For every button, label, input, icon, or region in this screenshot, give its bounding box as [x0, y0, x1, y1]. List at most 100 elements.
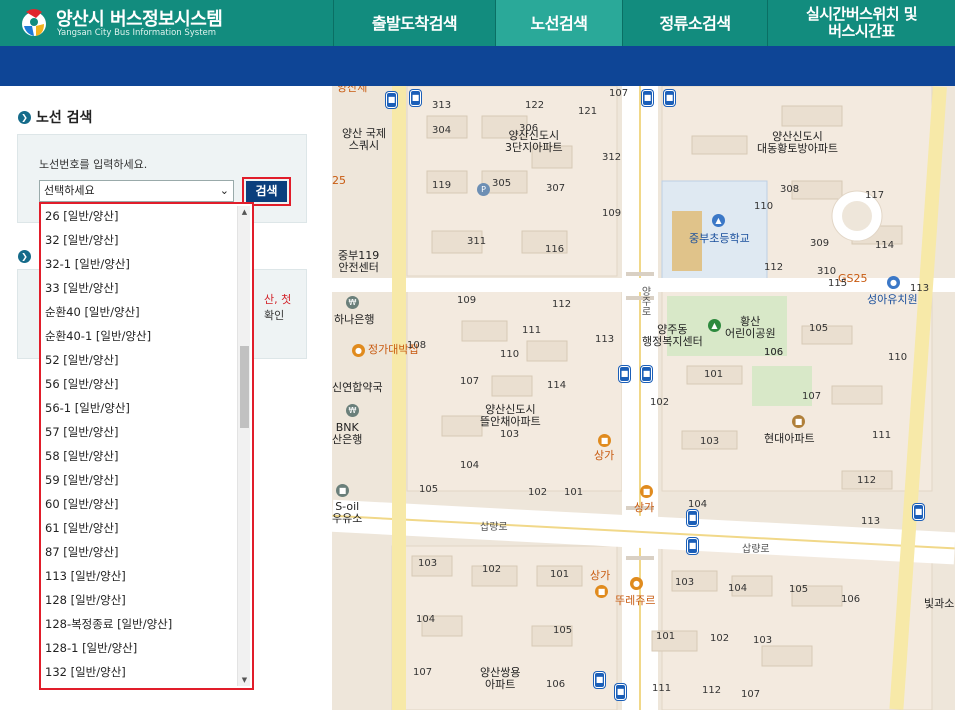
park-icon[interactable]: ▲ — [708, 319, 721, 332]
building-number: 309 — [810, 238, 830, 249]
parking-icon[interactable]: P — [477, 183, 490, 196]
school-icon[interactable]: ▲ — [712, 214, 725, 227]
map-label: 빛과소 — [924, 597, 955, 610]
building-number: 107 — [609, 88, 629, 99]
bus-stop-icon[interactable]: ■ — [641, 366, 652, 382]
bus-stop-icon[interactable]: ■ — [386, 92, 397, 108]
bus-stop-icon[interactable]: ■ — [664, 90, 675, 106]
route-option[interactable]: 59 [일반/양산] — [43, 468, 238, 492]
route-option[interactable]: 52 [일반/양산] — [43, 348, 238, 372]
bus-stop-icon[interactable]: ■ — [410, 90, 421, 106]
logo-subtitle: Yangsan City Bus Information System — [57, 28, 217, 38]
route-option[interactable]: 32-1 [일반/양산] — [43, 252, 238, 276]
shop-icon[interactable]: ■ — [598, 434, 611, 447]
route-option-list[interactable]: 26 [일반/양산] 32 [일반/양산] 32-1 [일반/양산] 33 [일반/양… — [43, 206, 238, 686]
route-option[interactable]: 33 [일반/양산] — [43, 276, 238, 300]
map-label: 성아유치원 — [867, 293, 918, 306]
building-number: 112 — [857, 475, 877, 486]
route-option[interactable]: 60 [일반/양산] — [43, 492, 238, 516]
nav-realtime-bus[interactable]: 실시간버스위치 및 버스시간표 — [767, 0, 955, 46]
route-option[interactable]: 26 [일반/양산] — [43, 206, 238, 228]
route-option[interactable]: 128-1 [일반/양산] — [43, 636, 238, 660]
building-number: 111 — [522, 325, 542, 336]
restaurant-icon[interactable]: ● — [352, 344, 365, 357]
map-label: 양산쌍용 아파트 — [480, 666, 521, 691]
bus-stop-icon[interactable]: ■ — [687, 538, 698, 554]
route-option[interactable]: 순환40-1 [일반/양산] — [43, 324, 238, 348]
route-option[interactable]: 132 [일반/양산] — [43, 660, 238, 684]
shop-icon[interactable]: ■ — [595, 585, 608, 598]
building-number: 103 — [418, 558, 438, 569]
shop-icon[interactable]: ■ — [640, 485, 653, 498]
logo[interactable]: 양산시 버스정보시스템 Yangsan City Bus Information… — [16, 4, 336, 42]
route-option[interactable]: 56 [일반/양산] — [43, 372, 238, 396]
search-button[interactable]: 검색 — [246, 181, 287, 202]
building-number: 107 — [741, 689, 761, 700]
top-header: 양산시 버스정보시스템 Yangsan City Bus Information… — [0, 0, 955, 46]
building-number: 119 — [432, 180, 452, 191]
building-number: 101 — [550, 569, 570, 580]
map-label: 신연합약국 — [332, 381, 383, 394]
map-label: 뚜레쥬르 — [615, 594, 656, 607]
route-option[interactable]: 순환40 [일반/양산] — [43, 300, 238, 324]
building-number: 110 — [888, 352, 908, 363]
route-select[interactable]: 선택하세요 ⌄ — [39, 180, 234, 202]
route-option[interactable]: 57 [일반/양산] — [43, 420, 238, 444]
route-option[interactable]: 56-1 [일반/양산] — [43, 396, 238, 420]
bus-stop-icon[interactable]: ■ — [619, 366, 630, 382]
route-option[interactable]: 58 [일반/양산] — [43, 444, 238, 468]
building-number: 110 — [500, 349, 520, 360]
building-number: 105 — [809, 323, 829, 334]
scroll-up-icon[interactable]: ▲ — [238, 206, 251, 218]
nav-departure-arrival-search[interactable]: 출발도착검색 — [333, 0, 495, 46]
bank-icon[interactable]: ₩ — [346, 404, 359, 417]
building-number: 102 — [528, 487, 548, 498]
gas-station-icon[interactable]: ■ — [336, 484, 349, 497]
nav-route-search[interactable]: 노선검색 — [495, 0, 622, 46]
building-number: 312 — [602, 152, 622, 163]
bus-stop-icon[interactable]: ■ — [913, 504, 924, 520]
map-label: 양산신도시 뜰안채아파트 — [480, 403, 541, 428]
map-label: BNK 산은행 — [332, 421, 363, 446]
route-option[interactable]: 128-복정종료 [일반/양산] — [43, 612, 238, 636]
building-number: 106 — [546, 679, 566, 690]
map-label: 상가 — [590, 569, 611, 582]
route-option[interactable]: 61 [일반/양산] — [43, 516, 238, 540]
map-road-label: 삽량로 — [480, 522, 508, 533]
building-number: 105 — [789, 584, 809, 595]
building-number: 101 — [704, 369, 724, 380]
kindergarten-icon[interactable]: ● — [887, 276, 900, 289]
map-label: 양산제 — [337, 86, 368, 94]
map-label: 상가 — [634, 501, 655, 514]
map-label: 양주동 행정복지센터 — [642, 323, 703, 348]
info-text-line2: 확인 — [264, 309, 285, 322]
route-dropdown: 26 [일반/양산] 32 [일반/양산] 32-1 [일반/양산] 33 [일반/양… — [39, 202, 254, 690]
chevron-right-icon: ❯ — [18, 250, 31, 263]
bus-stop-icon[interactable]: ■ — [687, 510, 698, 526]
building-number: 305 — [492, 178, 512, 189]
apartment-icon[interactable]: ■ — [792, 415, 805, 428]
bus-stop-icon[interactable]: ■ — [642, 90, 653, 106]
bakery-icon[interactable]: ● — [630, 577, 643, 590]
nav-stop-search[interactable]: 정류소검색 — [622, 0, 767, 46]
bus-stop-icon[interactable]: ■ — [615, 684, 626, 700]
map-label: 황산 어린이공원 — [725, 315, 776, 340]
building-number: 110 — [754, 201, 774, 212]
chevron-down-icon: ⌄ — [219, 184, 229, 197]
route-option[interactable]: 113 [일반/양산] — [43, 564, 238, 588]
building-number: 103 — [500, 429, 520, 440]
dropdown-scrollbar[interactable]: ▲ ▼ — [237, 206, 250, 686]
scroll-down-icon[interactable]: ▼ — [238, 674, 251, 686]
building-number: 104 — [416, 614, 436, 625]
map-view[interactable]: 양산 국제 스쿼시 양산신도시 3단지아파트 양산신도시 대동황토방아파트 중부… — [332, 86, 955, 710]
scrollbar-thumb[interactable] — [240, 346, 249, 428]
building-number: 103 — [700, 436, 720, 447]
bank-icon[interactable]: ₩ — [346, 296, 359, 309]
building-number: 116 — [545, 244, 565, 255]
route-option[interactable]: 32 [일반/양산] — [43, 228, 238, 252]
route-option[interactable]: 128 [일반/양산] — [43, 588, 238, 612]
route-option[interactable]: 87 [일반/양산] — [43, 540, 238, 564]
second-section-heading: ❯ — [18, 244, 31, 263]
building-number: 115 — [828, 278, 848, 289]
bus-stop-icon[interactable]: ■ — [594, 672, 605, 688]
